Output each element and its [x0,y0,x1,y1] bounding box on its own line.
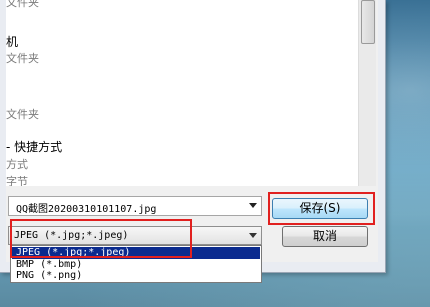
filetype-option-png[interactable]: PNG (*.png) [12,270,260,282]
list-item[interactable]: 字节 [6,173,28,186]
dialog-body: 文件夹 机 文件夹 文件夹 - 快捷方式 方式 字节 [6,0,378,262]
list-item[interactable]: 方式 [6,156,28,172]
filetype-selected-value: JPEG (*.jpg;*.jpeg) [14,230,129,241]
save-button[interactable]: 保存(S) [272,198,368,219]
list-item[interactable]: 机 [6,33,18,50]
dropdown-arrow-icon[interactable] [249,203,257,208]
filename-combobox[interactable]: QQ截图20200310101107.jpg [8,196,262,216]
vertical-scrollbar[interactable] [358,0,376,186]
filename-value[interactable]: QQ截图20200310101107.jpg [16,200,156,215]
file-list-pane[interactable]: 文件夹 机 文件夹 文件夹 - 快捷方式 方式 字节 [6,0,358,186]
filetype-dropdown-list[interactable]: JPEG (*.jpg;*.jpeg) BMP (*.bmp) PNG (*.p… [10,245,262,283]
filetype-select[interactable]: JPEG (*.jpg;*.jpeg) [8,226,262,245]
cancel-button[interactable]: 取消 [282,226,368,247]
list-item[interactable]: 文件夹 [6,50,39,66]
dropdown-arrow-icon[interactable] [249,233,257,238]
save-as-dialog: 文件夹 机 文件夹 文件夹 - 快捷方式 方式 字节 QQ截图202003101… [0,0,386,273]
list-item[interactable]: - 快捷方式 [6,138,62,155]
scrollbar-thumb[interactable] [361,0,375,44]
list-item[interactable]: 文件夹 [6,0,39,10]
list-item[interactable]: 文件夹 [6,106,39,122]
filetype-option-jpeg[interactable]: JPEG (*.jpg;*.jpeg) [12,247,260,259]
